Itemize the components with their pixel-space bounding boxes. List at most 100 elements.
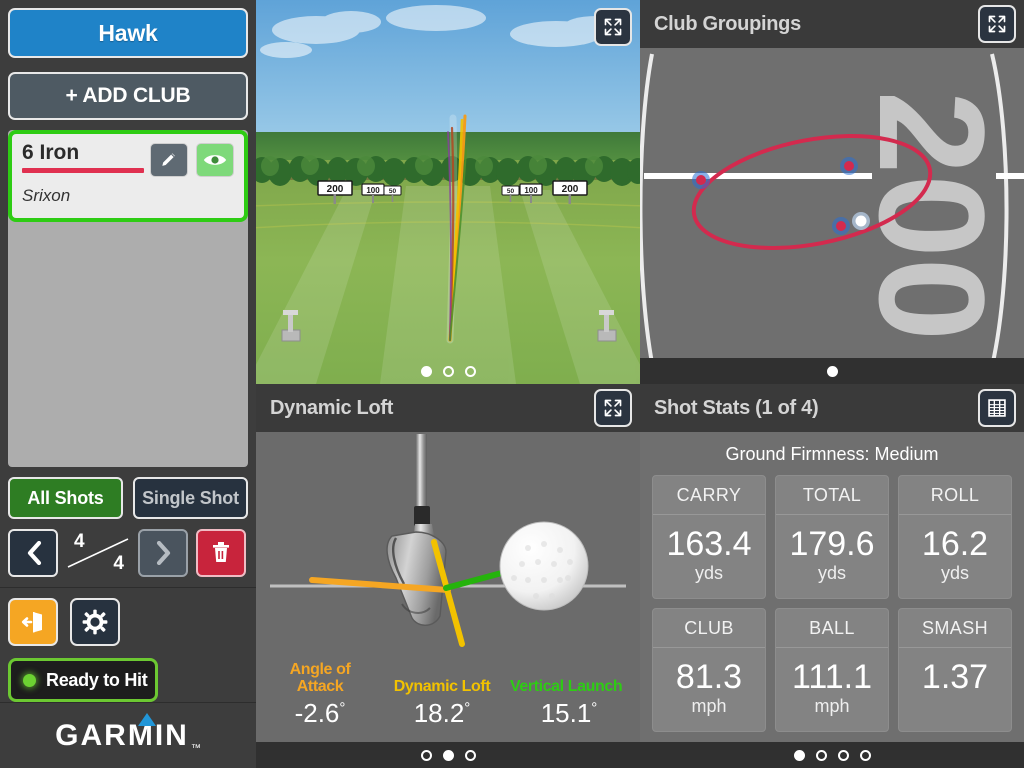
pager-dot[interactable] xyxy=(464,749,476,761)
pager-dot[interactable] xyxy=(420,365,432,377)
range-view-body[interactable]: 200 100 50 50 100 200 xyxy=(256,0,640,384)
pager-dot[interactable] xyxy=(815,749,827,761)
stat-unit: mph xyxy=(814,696,850,716)
loft-metrics-row: Angle of Attack -2.6° Dynamic Loft 18.2°… xyxy=(256,661,640,742)
pencil-icon-glyph xyxy=(162,153,175,166)
exit-door-glyph xyxy=(21,612,42,633)
metric-label-line2: Attack xyxy=(296,677,344,695)
panel-title: Shot Stats (1 of 4) xyxy=(654,396,819,419)
svg-text:200: 200 xyxy=(327,184,344,195)
shot-index: 4 xyxy=(74,531,85,552)
pager-dot[interactable] xyxy=(859,749,871,761)
club-card-actions xyxy=(150,143,234,177)
chevron-right-glyph xyxy=(156,541,170,565)
range-view-panel: 200 100 50 50 100 200 xyxy=(256,0,640,384)
stat-card-club[interactable]: CLUB 81.3 mph xyxy=(652,608,766,732)
range-distance-label: 200 xyxy=(848,91,1016,341)
panel-title: Club Groupings xyxy=(654,12,801,35)
expand-icon[interactable] xyxy=(978,5,1016,43)
add-club-button[interactable]: + ADD CLUB xyxy=(8,72,248,120)
metric-vertical-launch: Vertical Launch 15.1° xyxy=(506,662,640,729)
club-list-item-6-iron[interactable]: 6 Iron Srixon xyxy=(8,130,248,222)
utility-button-row xyxy=(0,588,256,646)
chevron-left-icon[interactable] xyxy=(8,529,58,577)
svg-text:100: 100 xyxy=(524,186,538,195)
sidebar: Hawk + ADD CLUB 6 Iron Srixon All Shots … xyxy=(0,0,256,768)
eye-icon-glyph xyxy=(203,155,227,165)
device-name-button[interactable]: Hawk xyxy=(8,8,248,58)
metric-unit: ° xyxy=(464,699,471,717)
pager-dot[interactable] xyxy=(442,749,454,761)
shot-total: 4 xyxy=(113,553,124,574)
trash-icon[interactable] xyxy=(196,529,246,577)
stat-card-roll[interactable]: ROLL 16.2 yds xyxy=(898,475,1012,599)
club-name: 6 Iron xyxy=(22,141,80,164)
dynamic-loft-body[interactable]: Angle of Attack -2.6° Dynamic Loft 18.2°… xyxy=(256,432,640,768)
all-shots-button[interactable]: All Shots xyxy=(8,477,123,519)
svg-text:100: 100 xyxy=(366,186,380,195)
dynamic-loft-header: Dynamic Loft xyxy=(256,384,640,432)
pager-dot[interactable] xyxy=(442,365,454,377)
brand-name: GARMIN xyxy=(55,718,189,752)
single-shot-button[interactable]: Single Shot xyxy=(133,477,248,519)
stat-value: 179.6 xyxy=(789,525,875,563)
stat-card-carry[interactable]: CARRY 163.4 yds xyxy=(652,475,766,599)
stat-value: 81.3 xyxy=(675,658,743,696)
expand-icon[interactable] xyxy=(594,8,632,46)
stat-name: ROLL xyxy=(899,476,1011,515)
panel-title: Dynamic Loft xyxy=(270,396,394,419)
stat-card-total[interactable]: TOTAL 179.6 yds xyxy=(775,475,889,599)
club-groupings-body[interactable]: 200 xyxy=(640,48,1024,384)
gear-icon-glyph xyxy=(82,609,108,635)
club-groupings-pager[interactable] xyxy=(640,358,1024,384)
shot-mode-toggle-group: All Shots Single Shot xyxy=(0,467,256,519)
metric-value-wrap: -2.6° xyxy=(262,698,378,729)
pager-dot[interactable] xyxy=(464,365,476,377)
expand-icon[interactable] xyxy=(594,389,632,427)
club-groupings-header: Club Groupings xyxy=(640,0,1024,48)
garmin-triangle-icon xyxy=(138,713,156,726)
metric-unit: ° xyxy=(591,699,598,717)
expand-icon-glyph xyxy=(604,18,622,36)
stat-value: 163.4 xyxy=(666,525,752,563)
stat-unit: yds xyxy=(694,563,723,583)
chevron-right-icon[interactable] xyxy=(138,529,188,577)
pager-dot[interactable] xyxy=(826,365,838,377)
svg-text:50: 50 xyxy=(389,188,397,195)
panel-grid: 200 100 50 50 100 200 Club Groupings 200… xyxy=(256,0,1024,768)
pager-dot[interactable] xyxy=(837,749,849,761)
stat-value: 16.2 xyxy=(921,525,989,563)
dispersion-plot: 200 xyxy=(640,48,1024,384)
pager-dot[interactable] xyxy=(793,749,805,761)
table-icon[interactable] xyxy=(978,389,1016,427)
gear-icon[interactable] xyxy=(70,598,120,646)
exit-door-icon[interactable] xyxy=(8,598,58,646)
golf-ball xyxy=(499,521,589,611)
shot-counter: 4 4 xyxy=(58,529,138,577)
stat-card-ball[interactable]: BALL 111.1 mph xyxy=(775,608,889,732)
club-name-block: 6 Iron xyxy=(22,141,144,174)
dynamic-loft-panel: Dynamic Loft Angle of Attack -2.6° Dynam… xyxy=(256,384,640,768)
dispersion-map: 200 xyxy=(640,48,1024,384)
metric-value: 15.1 xyxy=(540,697,592,728)
pencil-icon[interactable] xyxy=(150,143,188,177)
pager-dot[interactable] xyxy=(420,749,432,761)
golf-simulator-app: Hawk + ADD CLUB 6 Iron Srixon All Shots … xyxy=(0,0,1024,768)
dynamic-loft-pager[interactable] xyxy=(256,742,640,768)
stat-name: SMASH xyxy=(899,609,1011,648)
status-indicator-dot xyxy=(23,673,36,687)
metric-label: Angle of Attack xyxy=(262,661,378,696)
eye-icon[interactable] xyxy=(196,143,234,177)
metric-label: Vertical Launch xyxy=(510,678,623,695)
shot-stats-pager[interactable] xyxy=(640,742,1024,768)
svg-text:200: 200 xyxy=(562,184,579,195)
expand-icon-glyph xyxy=(988,15,1006,33)
stat-name: CLUB xyxy=(653,609,765,648)
metric-value: 18.2 xyxy=(413,697,465,728)
table-icon-glyph xyxy=(988,399,1006,417)
stat-unit: yds xyxy=(817,563,846,583)
metric-dynamic-loft: Dynamic Loft 18.2° xyxy=(378,662,506,729)
status-badge: Ready to Hit xyxy=(8,658,158,702)
range-pager[interactable] xyxy=(256,358,640,384)
stat-card-smash[interactable]: SMASH 1.37 xyxy=(898,608,1012,732)
